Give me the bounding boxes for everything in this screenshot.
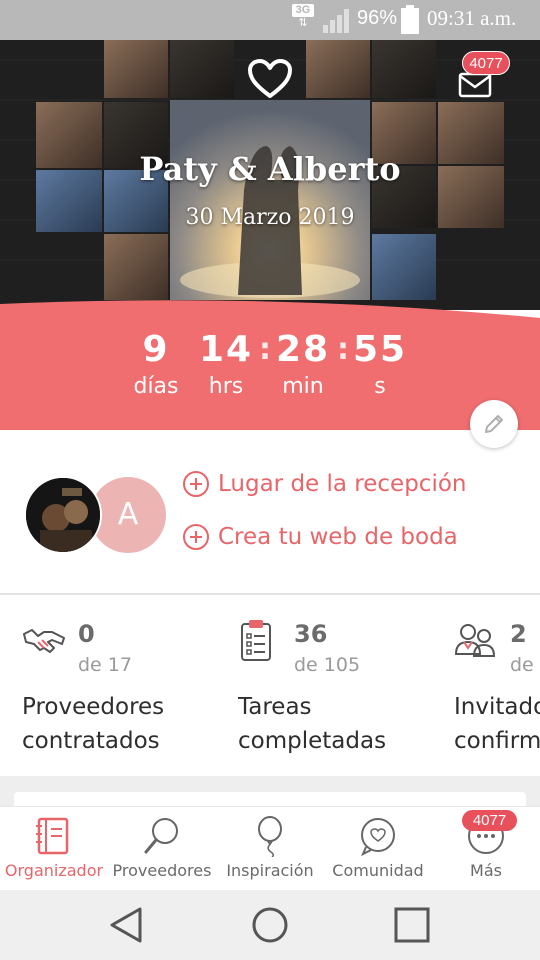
tab-inspiracion[interactable]: Inspiración bbox=[216, 807, 324, 891]
guests-icon bbox=[454, 624, 496, 657]
battery-percent: 96% bbox=[357, 7, 398, 29]
stat-value: 0 bbox=[78, 620, 95, 648]
stat-label: Proveedores bbox=[22, 694, 165, 720]
next-card-edge bbox=[14, 792, 526, 806]
days-value: 9 bbox=[142, 329, 170, 370]
countdown-seconds: 55 s bbox=[340, 330, 420, 404]
tab-proveedores[interactable]: Proveedores bbox=[108, 807, 216, 891]
back-icon[interactable] bbox=[107, 905, 147, 945]
tab-label: Más bbox=[470, 861, 502, 880]
stat-label: confirm bbox=[454, 728, 540, 754]
wedding-website-label: Crea tu web de boda bbox=[218, 524, 458, 550]
edit-button[interactable] bbox=[470, 400, 518, 448]
minutes-value: 28 bbox=[275, 329, 331, 370]
data-arrows-icon: ⇅ bbox=[298, 17, 308, 29]
signal-icon bbox=[323, 9, 349, 33]
clipboard-checklist-icon bbox=[241, 620, 271, 661]
hours-label: hrs bbox=[208, 374, 244, 399]
more-tab-badge: 4077 bbox=[462, 810, 517, 831]
recents-icon[interactable] bbox=[392, 905, 432, 945]
plus-circle-icon bbox=[183, 471, 209, 497]
magnifier-icon bbox=[144, 818, 178, 854]
balloon-icon bbox=[258, 816, 282, 857]
hours-value: 14 bbox=[198, 329, 254, 370]
stat-value: 36 bbox=[294, 620, 328, 648]
stat-total: de bbox=[510, 654, 534, 676]
minutes-label: min bbox=[282, 374, 324, 399]
battery-icon bbox=[401, 5, 419, 34]
countdown-minutes: 28 min bbox=[263, 330, 343, 404]
tab-label: Comunidad bbox=[332, 861, 424, 880]
countdown-days: 9 días bbox=[116, 330, 196, 404]
countdown-hours: 14 hrs bbox=[186, 330, 266, 404]
heart-icon[interactable] bbox=[247, 58, 293, 100]
tab-organizador[interactable]: Organizador bbox=[0, 807, 108, 891]
status-bar: 3G ⇅ 96% 09:31 a.m. bbox=[0, 0, 540, 40]
tab-label: Organizador bbox=[4, 861, 104, 880]
plus-circle-icon bbox=[183, 524, 209, 550]
stat-tasks[interactable]: 36 de 105 Tareas completadas bbox=[238, 618, 453, 768]
couple-names: Paty & Alberto bbox=[139, 150, 401, 188]
wedding-website-link[interactable]: Crea tu web de boda bbox=[182, 520, 458, 554]
reception-place-link[interactable]: Lugar de la recepción bbox=[182, 467, 467, 501]
chat-heart-icon bbox=[361, 818, 395, 857]
system-navigation-bar bbox=[0, 890, 540, 960]
home-icon[interactable] bbox=[250, 905, 290, 945]
bottom-tab-bar: Organizador Proveedores Inspiración Comu… bbox=[0, 806, 540, 890]
tab-comunidad[interactable]: Comunidad bbox=[324, 807, 432, 891]
stat-total: de 105 bbox=[294, 654, 361, 676]
countdown: 9 días 14 hrs : 28 min : 55 s bbox=[0, 300, 540, 430]
stat-label: completadas bbox=[238, 728, 387, 754]
handshake-icon bbox=[23, 629, 65, 653]
stat-label: contratados bbox=[22, 728, 160, 754]
stat-label: Tareas bbox=[238, 694, 312, 720]
clock: 09:31 a.m. bbox=[427, 6, 517, 30]
stat-total: de 17 bbox=[78, 654, 132, 676]
seconds-value: 55 bbox=[352, 329, 408, 370]
network-type: 3G bbox=[292, 4, 314, 17]
messages-badge[interactable]: 4077 bbox=[462, 51, 510, 75]
stat-label: Invitado bbox=[454, 694, 540, 720]
avatar-photo bbox=[26, 478, 100, 552]
wedding-date: 30 Marzo 2019 bbox=[185, 205, 355, 230]
tab-label: Inspiración bbox=[226, 861, 314, 880]
days-label: días bbox=[133, 374, 179, 399]
network-indicator: 3G ⇅ bbox=[292, 4, 316, 34]
stat-guests[interactable]: 2 de Invitado confirm bbox=[454, 618, 540, 768]
notebook-icon bbox=[36, 817, 69, 855]
pencil-icon bbox=[485, 415, 503, 433]
wedding-header: 4077 Paty & Alberto 30 Marzo 2019 bbox=[0, 40, 540, 310]
stat-value: 2 bbox=[510, 620, 527, 648]
section-divider bbox=[0, 593, 540, 595]
tab-label: Proveedores bbox=[112, 861, 212, 880]
reception-place-label: Lugar de la recepción bbox=[218, 471, 467, 497]
seconds-label: s bbox=[374, 374, 386, 399]
stat-vendors[interactable]: 0 de 17 Proveedores contratados bbox=[22, 618, 237, 768]
avatar[interactable] bbox=[24, 476, 102, 554]
